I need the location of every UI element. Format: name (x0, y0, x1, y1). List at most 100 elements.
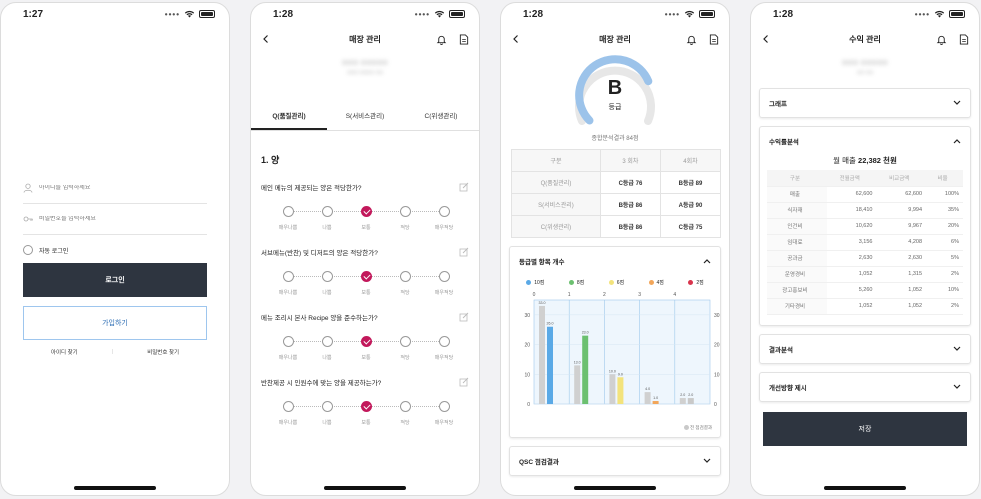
rating-option[interactable]: 매우나쁨 (273, 401, 303, 426)
question-text: 반찬제공 시 인원수에 맞는 양을 제공하는가? (261, 380, 382, 387)
edit-icon[interactable] (459, 247, 469, 257)
rating-option-label: 매우나쁨 (278, 290, 298, 296)
table-header: 구분 (767, 170, 827, 187)
question-row: 서브메뉴(반찬) 및 디저트의 양은 적당한가? (261, 247, 469, 257)
tab-quality[interactable]: Q(품질관리) (251, 104, 327, 130)
section-title: 1. 양 (261, 155, 280, 165)
bar (547, 326, 553, 404)
radio-icon (399, 401, 411, 412)
rating-option[interactable]: 보통 (351, 336, 381, 361)
edit-icon[interactable] (459, 182, 469, 192)
edit-icon[interactable] (459, 312, 469, 322)
top-tick-label: 2 (603, 292, 606, 298)
bar (644, 392, 651, 404)
radio-icon (438, 336, 450, 347)
question-text: 메뉴 조리시 본사 Recipe 양을 준수하는가? (261, 315, 378, 322)
bell-icon[interactable] (436, 34, 447, 45)
legend-dot-icon (648, 280, 654, 285)
rating-option-label: 보통 (361, 225, 371, 231)
radio-icon (438, 271, 450, 282)
rating-option[interactable]: 매우적당 (429, 206, 459, 231)
save-button[interactable]: 저장 (763, 411, 967, 446)
signal-icon: •••• (664, 9, 680, 19)
tab-service[interactable]: S(서비스관리) (327, 104, 403, 130)
rating-option[interactable]: 적당 (390, 271, 420, 296)
rating-option-label: 적당 (400, 420, 410, 426)
find-id-link[interactable]: 아이디 찾기 (51, 348, 78, 356)
login-button[interactable]: 로그인 (23, 263, 207, 297)
monthly-sales-value: 22,382 천원 (858, 156, 897, 165)
document-icon[interactable] (709, 33, 719, 45)
rating-option-label: 나쁨 (322, 225, 332, 231)
rating-option-label: 보통 (361, 290, 371, 296)
graph-card-header[interactable]: 그래프 (760, 89, 970, 117)
join-button[interactable]: 가입하기 (23, 306, 207, 340)
y-tick-label-right: 30 (714, 313, 720, 319)
chart-series-legend: 전 점검결과 (510, 423, 720, 437)
status-time: 1:28 (523, 8, 544, 20)
radio-icon (438, 206, 450, 217)
rating-option[interactable]: 보통 (351, 206, 381, 231)
card-title: 등급별 항목 개수 (519, 259, 565, 266)
qsc-card-header[interactable]: QSC 점검결과 (510, 447, 720, 475)
auto-login-checkbox[interactable]: 자동 로그인 (23, 245, 207, 255)
bell-icon[interactable] (686, 34, 697, 45)
rating-option-label: 매우나쁨 (278, 225, 298, 231)
rating-option[interactable]: 나쁨 (312, 271, 342, 296)
rating-option[interactable]: 보통 (351, 401, 381, 426)
rating-option-label: 보통 (361, 355, 371, 361)
chevron-down-icon (953, 100, 961, 105)
password-input[interactable] (39, 216, 189, 222)
rating-option-label: 보통 (361, 420, 371, 426)
status-bar: 1:28 •••• (501, 3, 729, 25)
back-icon[interactable] (511, 34, 521, 44)
rating-option-label: 나쁨 (322, 290, 332, 296)
document-icon[interactable] (459, 33, 469, 45)
rating-option[interactable]: 적당 (390, 336, 420, 361)
bar-value-label: 10.0 (609, 369, 616, 373)
y-tick-label-right: 20 (714, 343, 720, 349)
legend-label: 8점 (576, 280, 585, 286)
question-row: 메인 메뉴의 제공되는 양은 적당한가? (261, 182, 469, 192)
rating-option[interactable]: 매우나쁨 (273, 271, 303, 296)
table-row: 기타경비 1,052 1,052 2% (767, 298, 963, 315)
radio-icon (360, 401, 372, 412)
chart-legend: 10점 8점 6점 4점 2점 (510, 275, 720, 286)
tab-hygiene[interactable]: C(위생관리) (403, 104, 479, 130)
document-icon[interactable] (959, 33, 969, 45)
chevron-up-icon (703, 259, 711, 264)
rating-option[interactable]: 나쁨 (312, 336, 342, 361)
nav-bar: 수익 관리 (751, 25, 979, 53)
home-indicator (824, 486, 906, 490)
improvement-card-header[interactable]: 개선방향 제시 (760, 373, 970, 401)
find-password-link[interactable]: 비밀번호 찾기 (147, 348, 179, 356)
back-icon[interactable] (261, 34, 271, 44)
rating-option[interactable]: 매우나쁨 (273, 206, 303, 231)
status-bar: 1:28 •••• (751, 3, 979, 25)
rating-scale: 매우나쁨 나쁨 보통 적당 매우적당 (273, 271, 459, 296)
grade-label: 등급 (608, 104, 622, 111)
back-icon[interactable] (761, 34, 771, 44)
question-text: 메인 메뉴의 제공되는 양은 적당한가? (261, 185, 362, 192)
rating-option[interactable]: 보통 (351, 271, 381, 296)
rating-option[interactable]: 나쁨 (312, 206, 342, 231)
rating-option[interactable]: 나쁨 (312, 401, 342, 426)
rating-option[interactable]: 매우적당 (429, 401, 459, 426)
bell-icon[interactable] (936, 34, 947, 45)
result-analysis-card-header[interactable]: 결과분석 (760, 335, 970, 363)
edit-icon[interactable] (459, 377, 469, 387)
rating-option-label: 매우적당 (434, 420, 454, 426)
top-tick-label: 1 (568, 292, 571, 298)
profit-analysis-card-header[interactable]: 수익률분석 (760, 127, 970, 155)
bar (574, 365, 581, 404)
rating-option-label: 적당 (400, 225, 410, 231)
chevron-down-icon (953, 346, 961, 351)
rating-option[interactable]: 매우나쁨 (273, 336, 303, 361)
id-input[interactable] (39, 185, 189, 191)
rating-option[interactable]: 매우적당 (429, 271, 459, 296)
rating-option[interactable]: 적당 (390, 401, 420, 426)
grade-count-card-header[interactable]: 등급별 항목 개수 (510, 247, 720, 275)
grade-gauge: B 등급 (570, 53, 660, 133)
rating-option[interactable]: 매우적당 (429, 336, 459, 361)
rating-option[interactable]: 적당 (390, 206, 420, 231)
